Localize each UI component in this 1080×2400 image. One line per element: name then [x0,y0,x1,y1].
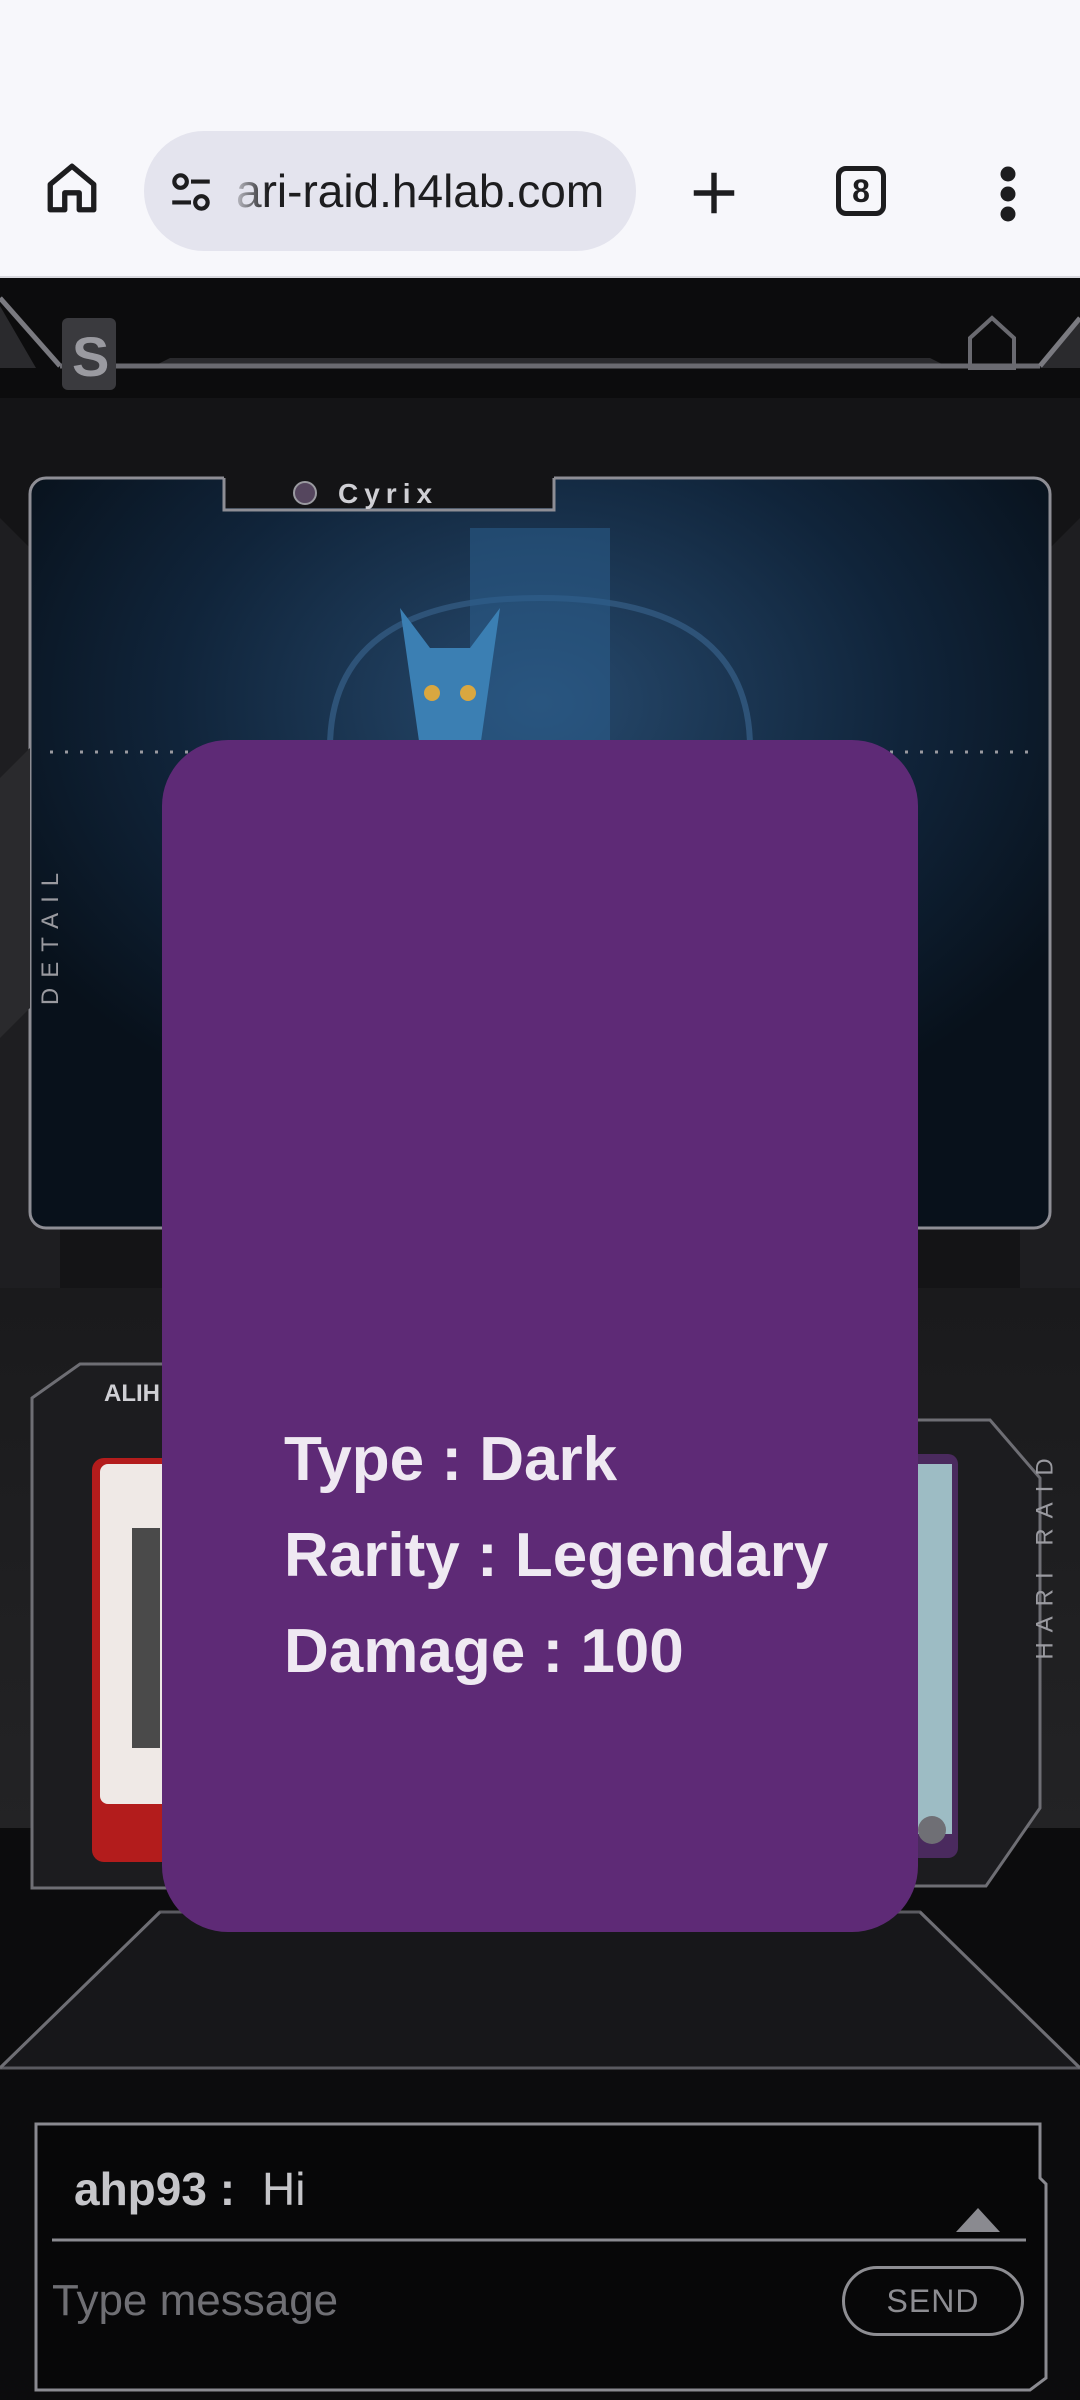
url-text: ari-raid.h4lab.com [236,165,605,217]
type-stat: Type : Dark [284,1425,618,1494]
type-label: Type [284,1425,425,1494]
address-bar[interactable]: ari-raid.h4lab.com [144,131,636,251]
more-vert-icon [1000,166,1016,222]
chat-username: ahp93 [74,2163,207,2215]
site-settings-icon[interactable] [166,167,216,217]
damage-stat: Damage : 100 [284,1617,684,1686]
chat-message-text: Hi [262,2163,306,2215]
tab-switcher-button[interactable]: 8 [836,166,886,216]
rarity-stat: Rarity : Legendary [284,1521,829,1590]
menu-button[interactable] [978,156,1038,232]
send-button[interactable]: SEND [842,2266,1024,2336]
rarity-value: Legendary [514,1521,829,1590]
svg-text:S: S [72,325,109,388]
left-card-label: ALIH [104,1380,160,1407]
home-button[interactable] [36,148,108,228]
detail-side-label[interactable]: DETAIL [37,863,65,1005]
new-tab-button[interactable] [676,158,752,228]
plus-icon [693,172,735,214]
featured-card-name: Cyrix [338,478,439,509]
type-value: Dark [479,1425,618,1494]
browser-toolbar: ari-raid.h4lab.com 8 [0,100,1080,278]
damage-value: 100 [580,1617,684,1686]
chat-scroll-up-icon[interactable] [950,2196,1006,2236]
hari-raid-side-label: HARI RAID [1031,1448,1059,1660]
message-input[interactable] [52,2266,812,2336]
chat-message-user: ahp93 : [74,2163,236,2215]
damage-label: Damage [284,1617,526,1686]
home-icon [47,163,97,213]
status-bar [0,0,1080,100]
rarity-label: Rarity [284,1521,460,1590]
url-fade [228,151,268,231]
card-detail-overlay[interactable]: Type : Dark Rarity : Legendary Damage : … [162,740,918,1932]
